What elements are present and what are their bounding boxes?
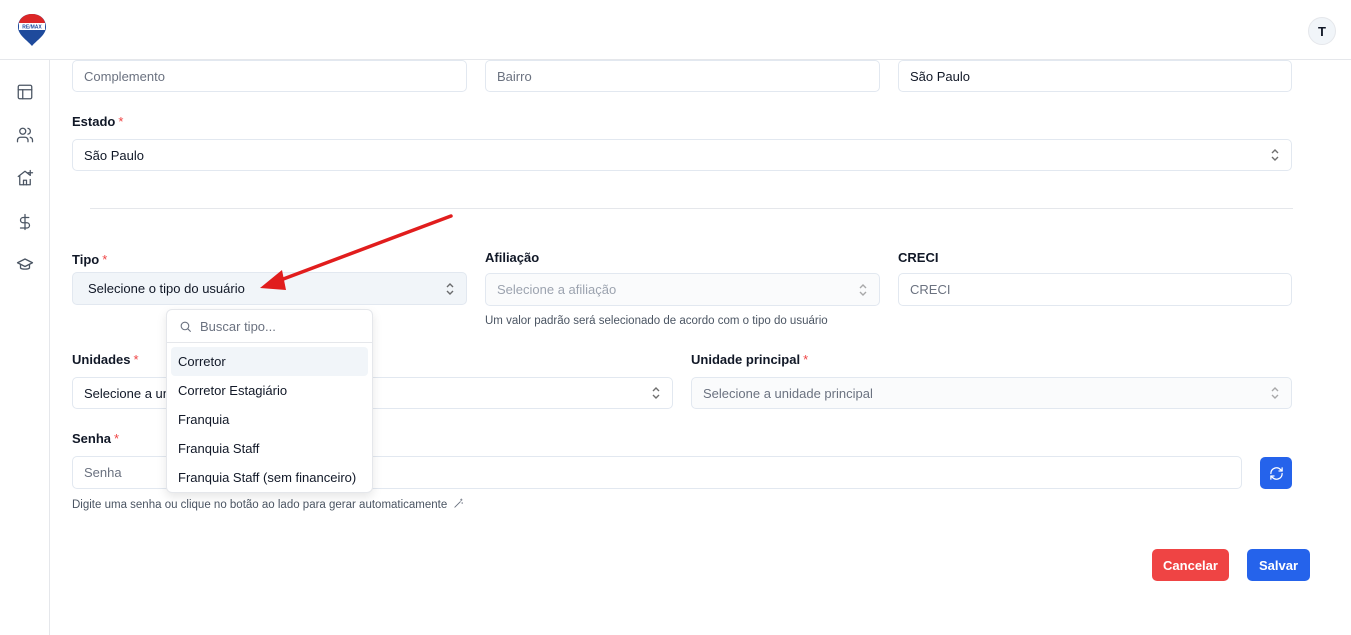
chevrons-up-down-icon <box>1271 387 1279 399</box>
logo-text: RE/MAX <box>22 25 42 31</box>
afiliacao-label: Afiliação <box>485 250 540 265</box>
dollar-icon[interactable] <box>15 212 35 232</box>
generate-password-button[interactable] <box>1260 457 1292 489</box>
dropdown-options: Corretor Corretor Estagiário Franquia Fr… <box>167 343 372 496</box>
sidebar <box>0 60 50 635</box>
magic-wand-icon <box>454 498 464 508</box>
unidades-label: Unidades * <box>72 352 139 367</box>
bairro-input[interactable]: Bairro <box>485 60 880 92</box>
tipo-select[interactable]: Selecione o tipo do usuário <box>72 272 467 305</box>
option-franquia-staff[interactable]: Franquia Staff <box>171 434 368 463</box>
option-corretor[interactable]: Corretor <box>171 347 368 376</box>
tipo-label: Tipo * <box>72 252 108 267</box>
tipo-dropdown: Corretor Corretor Estagiário Franquia Fr… <box>166 309 373 493</box>
senha-hint: Digite uma senha ou clique no botão ao l… <box>72 498 464 511</box>
option-corretor-estagiario[interactable]: Corretor Estagiário <box>171 376 368 405</box>
users-icon[interactable] <box>15 125 35 145</box>
chevrons-up-down-icon <box>446 282 454 295</box>
cancel-button[interactable]: Cancelar <box>1152 549 1229 581</box>
afiliacao-select[interactable]: Selecione a afiliação <box>485 273 880 306</box>
unidade-principal-select[interactable]: Selecione a unidade principal <box>691 377 1292 409</box>
creci-label: CRECI <box>898 250 939 265</box>
option-franquia[interactable]: Franquia <box>171 405 368 434</box>
unidade-principal-label: Unidade principal * <box>691 352 809 367</box>
save-button[interactable]: Salvar <box>1247 549 1310 581</box>
option-franquia-staff-sem-financeiro[interactable]: Franquia Staff (sem financeiro) <box>171 463 368 492</box>
estado-label: Estado * <box>72 114 124 129</box>
section-divider <box>90 208 1293 209</box>
search-type-input[interactable] <box>200 318 360 334</box>
search-icon <box>180 321 191 332</box>
senha-label: Senha * <box>72 431 120 446</box>
user-avatar[interactable]: T <box>1308 17 1336 45</box>
remax-balloon-logo[interactable]: RE/MAX <box>17 12 47 48</box>
complemento-input[interactable]: Complemento <box>72 60 467 92</box>
dropdown-search <box>167 310 372 343</box>
cidade-input[interactable]: São Paulo <box>898 60 1292 92</box>
top-bar: RE/MAX T <box>0 0 1351 60</box>
graduation-cap-icon[interactable] <box>15 255 35 275</box>
refresh-icon <box>1269 466 1283 480</box>
chevrons-up-down-icon <box>1271 149 1279 161</box>
estado-select[interactable]: São Paulo <box>72 139 1292 171</box>
layout-icon[interactable] <box>15 82 35 102</box>
house-plus-icon[interactable] <box>15 168 35 188</box>
afiliacao-hint: Um valor padrão será selecionado de acor… <box>485 315 828 327</box>
chevrons-up-down-icon <box>859 283 867 296</box>
chevrons-up-down-icon <box>652 387 660 399</box>
creci-input[interactable]: CRECI <box>898 273 1292 306</box>
